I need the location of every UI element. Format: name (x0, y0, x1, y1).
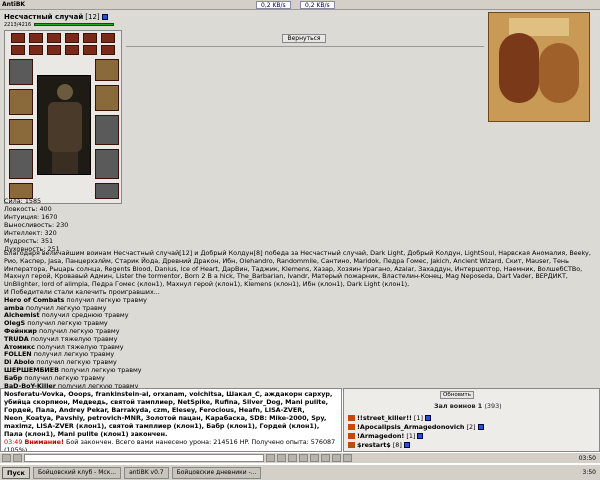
toolbar-button-icon[interactable] (13, 454, 22, 462)
info-icon (403, 442, 410, 448)
opponent-portrait (488, 12, 590, 122)
stat-row: Ловкость: 400 (4, 205, 52, 213)
figure-body (48, 102, 82, 152)
online-user[interactable]: !Apocalipsis_Armagedonovich [2] (348, 423, 484, 431)
online-user[interactable]: !Armagedon! [1] (348, 432, 424, 440)
chat-toolbar: 03:50 (0, 452, 600, 463)
ring-slot-icon[interactable] (11, 45, 25, 55)
inventory-box (4, 30, 122, 204)
window-title: AntiBK (2, 1, 26, 8)
speed-down: 0,2 KB/s (256, 1, 291, 9)
user-icon (348, 415, 355, 421)
hp-value: 2213/4216 (4, 21, 32, 28)
hall-title: Зал воинов 1 (393) (434, 402, 502, 410)
earring-icon[interactable] (95, 59, 119, 81)
hp-line: 2213/4216 (4, 21, 124, 28)
toolbar-button-icon[interactable] (277, 454, 286, 462)
armor-icon[interactable] (9, 149, 33, 179)
toolbar-button-icon[interactable] (288, 454, 297, 462)
user-icon (348, 433, 355, 439)
ring-slot-icon[interactable] (47, 33, 61, 43)
refresh-button[interactable]: Обновить (440, 391, 474, 399)
helmet-icon[interactable] (9, 59, 33, 85)
figure-head (57, 84, 73, 100)
stats-list: Сила: 1585 Ловкость: 400 Интуиция: 1670 … (4, 197, 68, 253)
toolbar-button-icon[interactable] (321, 454, 330, 462)
user-icon (348, 442, 355, 448)
gloves-icon[interactable] (95, 85, 119, 111)
system-clock: 3:50 (582, 469, 596, 476)
stat-row: Сила: 1585 (4, 197, 42, 205)
stat-row: Мудрость: 351 (4, 237, 54, 245)
back-button[interactable]: Вернуться (282, 34, 326, 43)
chat-warning: 03:49 Внимание! Бой закончен. Всего вами… (4, 438, 336, 452)
divider (126, 46, 484, 47)
chat-input[interactable] (24, 454, 264, 462)
character-level: [12] (85, 12, 100, 21)
toolbar-button-icon[interactable] (343, 454, 352, 462)
toolbar-button-icon[interactable] (332, 454, 341, 462)
toolbar-button-icon[interactable] (299, 454, 308, 462)
character-name-line[interactable]: Несчастный случай [12] (4, 12, 124, 21)
amulet-icon[interactable] (9, 89, 33, 115)
ring-slot-icon[interactable] (83, 45, 97, 55)
boots-icon[interactable] (95, 183, 119, 199)
info-icon[interactable] (101, 13, 108, 20)
taskbar: Пуск Бойцовский клуб - Мск... antiBK v0.… (0, 464, 600, 480)
character-figure (37, 75, 91, 175)
ring-slot-icon[interactable] (101, 45, 115, 55)
taskbar-item[interactable]: Бойцовские дневники -... (171, 466, 262, 479)
hp-bar (34, 23, 115, 26)
taskbar-item[interactable]: Бойцовский клуб - Мск... (32, 466, 122, 479)
info-icon (477, 424, 484, 430)
chat-line: Nosferatu-Vovka, Ooops, frankinstein-al,… (4, 390, 333, 438)
online-panel: Обновить Зал воинов 1 (393) !!street_kil… (343, 388, 600, 452)
stat-row: Выносливость: 230 (4, 221, 69, 229)
ring-slot-icon[interactable] (101, 33, 115, 43)
ring-slot-icon[interactable] (11, 33, 25, 43)
ring-slot-icon[interactable] (65, 45, 79, 55)
info-icon (424, 415, 431, 421)
online-user[interactable]: $restart$ [8] (348, 441, 410, 449)
battle-summary: Благодаря величайшим воинам Несчастный с… (4, 249, 591, 289)
shield-icon[interactable] (95, 115, 119, 145)
stat-row: Интеллект: 320 (4, 229, 57, 237)
game-area: Несчастный случай [12] 2213/4216 Сила: 1… (0, 10, 600, 390)
battle-log: Благодаря величайшим воинам Несчастный с… (4, 249, 596, 390)
toolbar-time: 03:50 (578, 454, 596, 462)
toolbar-button-icon[interactable] (266, 454, 275, 462)
user-icon (348, 424, 355, 430)
ring-slot-icon[interactable] (65, 33, 79, 43)
chat-panel[interactable]: Nosferatu-Vovka, Ooops, frankinstein-al,… (0, 388, 342, 452)
stat-row: Интуиция: 1670 (4, 213, 58, 221)
figure-legs (52, 152, 78, 174)
leggings-icon[interactable] (95, 149, 119, 179)
online-user[interactable]: !!street_killer!! [1] (348, 414, 431, 422)
speed-up: 0,2 KB/s (300, 1, 335, 9)
ring-slot-icon[interactable] (83, 33, 97, 43)
info-icon (417, 433, 424, 439)
ring-slot-icon[interactable] (29, 45, 43, 55)
character-name[interactable]: Несчастный случай (4, 13, 83, 21)
taskbar-item[interactable]: antiBK v0.7 (124, 466, 169, 479)
toolbar-button-icon[interactable] (310, 454, 319, 462)
weapon-icon[interactable] (9, 119, 33, 145)
start-button[interactable]: Пуск (2, 466, 30, 479)
ring-slot-icon[interactable] (47, 45, 61, 55)
toolbar-button-icon[interactable] (2, 454, 11, 462)
ring-slot-icon[interactable] (29, 33, 43, 43)
